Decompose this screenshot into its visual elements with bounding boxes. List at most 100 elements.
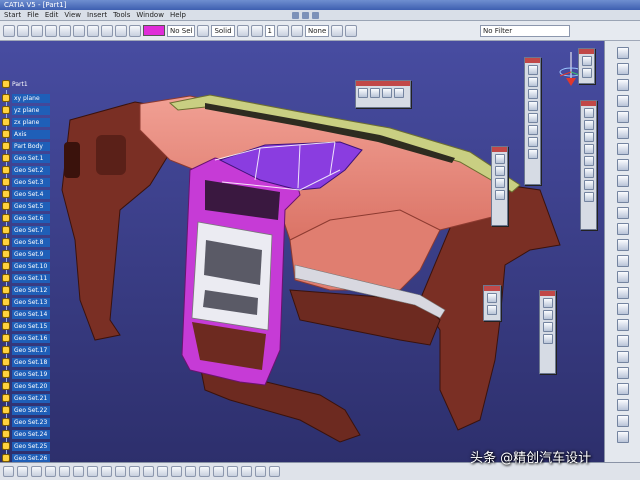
tree-root[interactable]: Part1 (2, 80, 28, 88)
close-icon[interactable] (311, 11, 319, 19)
swap-icon[interactable] (542, 310, 553, 320)
chamfer-icon[interactable] (616, 207, 629, 219)
tree-item[interactable]: Geo Set.14 (2, 308, 50, 320)
rendering-icon[interactable] (487, 305, 497, 315)
layer-filter-combo[interactable]: No Filter (480, 24, 570, 37)
floating-palette-top[interactable] (355, 80, 411, 108)
print-icon[interactable] (45, 24, 57, 37)
point-icon[interactable] (527, 65, 538, 75)
redo-icon[interactable] (115, 24, 127, 37)
menu-file[interactable]: File (27, 11, 39, 19)
thickness-icon[interactable] (616, 239, 629, 251)
boolean-icon[interactable] (616, 319, 629, 331)
fly-icon[interactable] (197, 24, 210, 37)
transform-icon[interactable] (494, 190, 505, 200)
menu-view[interactable]: View (64, 11, 81, 19)
surface-icon[interactable] (527, 113, 538, 123)
zoom-out-icon[interactable] (290, 24, 303, 37)
tree-item[interactable]: Geo Set.9 (2, 248, 50, 260)
shaft-icon[interactable] (616, 95, 629, 107)
grid-icon[interactable] (241, 466, 252, 477)
catalog-icon[interactable] (227, 466, 238, 477)
lights-icon[interactable] (581, 68, 592, 78)
layer-icon[interactable] (269, 466, 280, 477)
hide-show-icon[interactable] (542, 298, 553, 308)
pan-view-icon[interactable] (17, 466, 28, 477)
stiffener-icon[interactable] (616, 175, 629, 187)
tree-item[interactable]: xy plane (2, 92, 50, 104)
tree-item[interactable]: zx plane (2, 116, 50, 128)
plane-icon[interactable] (527, 89, 538, 99)
tree-item[interactable]: Geo Set.10 (2, 260, 50, 272)
curve-icon[interactable] (527, 101, 538, 111)
line-type-combo[interactable]: None (304, 24, 330, 37)
properties-icon[interactable] (542, 322, 553, 332)
sew-surface-icon[interactable] (616, 415, 629, 427)
extrude-icon[interactable] (370, 88, 380, 98)
tree-item[interactable]: Part Body (2, 140, 50, 152)
hide-icon[interactable] (129, 466, 140, 477)
hole-icon[interactable] (616, 127, 629, 139)
sketcher-icon[interactable] (171, 466, 182, 477)
pan-icon[interactable] (236, 24, 249, 37)
fillet-icon[interactable] (382, 88, 392, 98)
menu-edit[interactable]: Edit (45, 11, 59, 19)
menu-insert[interactable]: Insert (87, 11, 107, 19)
extract-icon[interactable] (494, 178, 505, 188)
tree-item[interactable]: Geo Set.24 (2, 428, 50, 440)
analysis-icon[interactable] (583, 120, 594, 130)
tree-item[interactable]: Geo Set.8 (2, 236, 50, 248)
view-icon[interactable] (581, 56, 592, 66)
split-icon[interactable] (394, 88, 404, 98)
tree-item[interactable]: Geo Set.3 (2, 176, 50, 188)
floating-palette-compass-side[interactable] (578, 48, 595, 84)
swap-space-icon[interactable] (143, 466, 154, 477)
pocket-icon[interactable] (616, 79, 629, 91)
multi-view-icon[interactable] (87, 466, 98, 477)
tree-item[interactable]: Geo Set.25 (2, 440, 50, 452)
undo-icon[interactable] (101, 24, 113, 37)
normal-to-icon[interactable] (73, 466, 84, 477)
copy-icon[interactable] (73, 24, 85, 37)
line-weight-combo[interactable]: 1 (264, 24, 275, 37)
rotate-icon[interactable] (250, 24, 263, 37)
search-icon[interactable] (542, 334, 553, 344)
floating-palette-vertical-2[interactable] (491, 146, 508, 226)
floating-palette-vertical-1[interactable] (524, 57, 541, 185)
sketch-icon[interactable] (358, 88, 368, 98)
tree-item[interactable]: Geo Set.2 (2, 164, 50, 176)
color-swatch[interactable] (143, 25, 165, 36)
rotate-view-icon[interactable] (31, 466, 42, 477)
iso-view-icon[interactable] (345, 24, 358, 37)
slot-icon[interactable] (616, 159, 629, 171)
mirror-icon[interactable] (616, 271, 629, 283)
zoom-view-icon[interactable] (45, 466, 56, 477)
shading-icon[interactable] (115, 466, 126, 477)
tree-item[interactable]: Geo Set.4 (2, 188, 50, 200)
inertia-icon[interactable] (583, 192, 594, 202)
tree-item[interactable]: Geo Set.22 (2, 404, 50, 416)
zoom-in-icon[interactable] (276, 24, 289, 37)
tree-item[interactable]: Axis (2, 128, 50, 140)
quick-view-icon[interactable] (101, 466, 112, 477)
trim-icon[interactable] (494, 166, 505, 176)
fit-all-icon[interactable] (3, 466, 14, 477)
join-icon[interactable] (494, 154, 505, 164)
remove-lump-icon[interactable] (616, 399, 629, 411)
render-style-combo[interactable]: Solid (211, 24, 235, 37)
workbench-icon[interactable] (616, 47, 629, 59)
distance-icon[interactable] (583, 168, 594, 178)
scale-icon[interactable] (616, 303, 629, 315)
normal-view-icon[interactable] (331, 24, 344, 37)
tree-item[interactable]: Geo Set.20 (2, 380, 50, 392)
pad-icon[interactable] (616, 63, 629, 75)
shell-icon[interactable] (616, 223, 629, 235)
draft-icon[interactable] (583, 132, 594, 142)
section-icon[interactable] (583, 144, 594, 154)
groove-icon[interactable] (616, 111, 629, 123)
maximize-icon[interactable] (301, 11, 309, 19)
help-icon[interactable] (129, 24, 141, 37)
rib-icon[interactable] (616, 143, 629, 155)
tree-item[interactable]: Geo Set.5 (2, 200, 50, 212)
close-surface-icon[interactable] (616, 431, 629, 443)
